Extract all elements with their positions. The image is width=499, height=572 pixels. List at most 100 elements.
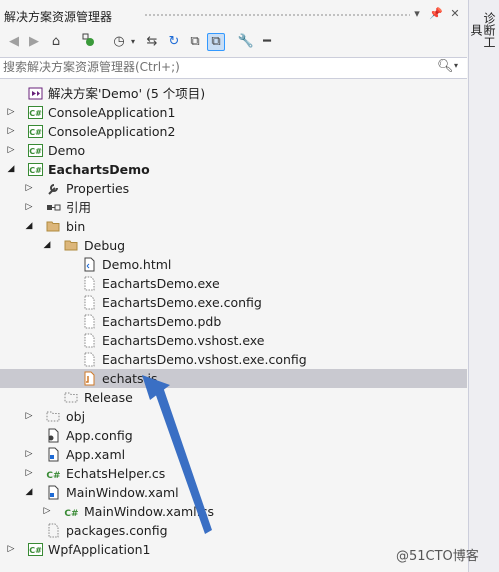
file-icon xyxy=(82,333,97,348)
collapsed-arrow-icon[interactable]: ▷ xyxy=(24,198,34,217)
csharp-file-icon: C# xyxy=(64,504,79,519)
tree-row[interactable]: ▷ C# EchatsHelper.cs xyxy=(0,464,467,483)
solution-explorer-panel: 解决方案资源管理器 ▾ 📌 ✕ ◀ ▶ ⌂ ◷ ▾ ⇆ ↻ ⧉ ⧉ 🔧 ━ 🔍︎… xyxy=(0,0,469,572)
folder-open-icon xyxy=(46,219,61,234)
pending-changes-icon[interactable] xyxy=(79,33,97,51)
tree-row[interactable]: ▷ Properties xyxy=(0,179,467,198)
tree-row[interactable]: EachartsDemo.vshost.exe xyxy=(0,331,467,350)
csharp-project-icon: C# xyxy=(28,542,43,557)
tree-item-label: Demo.html xyxy=(102,257,172,272)
svg-text:C#: C# xyxy=(29,147,42,156)
tree-row[interactable]: echats.js xyxy=(0,369,467,388)
folder-dotted-icon xyxy=(46,409,61,424)
tree-row[interactable]: Demo.html xyxy=(0,255,467,274)
tree-item-label: 引用 xyxy=(66,200,92,215)
close-icon[interactable]: ✕ xyxy=(448,7,462,21)
file-icon xyxy=(82,314,97,329)
tree-row[interactable]: packages.config xyxy=(0,521,467,540)
expanded-arrow-icon[interactable]: ◢ xyxy=(6,160,16,179)
tree-item-label: Debug xyxy=(84,238,126,253)
tree-item-label: MainWindow.xaml xyxy=(66,485,179,500)
preview-icon[interactable]: ━ xyxy=(258,33,276,51)
tree-item-label: packages.config xyxy=(66,523,168,538)
tree-item-label: ConsoleApplication2 xyxy=(48,124,176,139)
pin-icon[interactable]: 📌 xyxy=(429,7,443,21)
csharp-project-icon: C# xyxy=(28,124,43,139)
forward-icon[interactable]: ▶ xyxy=(25,33,43,51)
refresh-icon[interactable]: ↻ xyxy=(165,33,183,51)
tree-row[interactable]: ▷ App.xaml xyxy=(0,445,467,464)
tree-row[interactable]: 解决方案'Demo' (5 个项目) xyxy=(0,84,467,103)
tree-row[interactable]: App.config xyxy=(0,426,467,445)
tree-item-label: EachartsDemo xyxy=(48,162,150,177)
show-all-files-icon[interactable]: ⧉ xyxy=(207,33,225,51)
collapsed-arrow-icon[interactable]: ▷ xyxy=(6,141,16,160)
svg-text:C#: C# xyxy=(29,109,42,118)
html-file-icon xyxy=(82,257,97,272)
title-grip[interactable] xyxy=(144,13,410,18)
collapsed-arrow-icon[interactable]: ▷ xyxy=(24,179,34,198)
collapsed-arrow-icon[interactable]: ▷ xyxy=(6,122,16,141)
tree-row[interactable]: EachartsDemo.exe.config xyxy=(0,293,467,312)
csharp-project-icon: C# xyxy=(28,143,43,158)
tree-row[interactable]: ▷ C# MainWindow.xaml.cs xyxy=(0,502,467,521)
svg-text:C#: C# xyxy=(29,546,42,555)
back-icon[interactable]: ◀ xyxy=(5,33,23,51)
collapsed-arrow-icon[interactable]: ▷ xyxy=(24,407,34,426)
search-icon[interactable]: 🔍︎ xyxy=(437,59,454,74)
collapse-all-icon[interactable]: ⧉ xyxy=(186,33,204,51)
xaml-file-icon xyxy=(46,485,61,500)
tree-item-label: EachartsDemo.exe.config xyxy=(102,295,262,310)
tree-item-label: EchatsHelper.cs xyxy=(66,466,166,481)
expanded-arrow-icon[interactable]: ◢ xyxy=(24,217,34,236)
tree-row[interactable]: EachartsDemo.exe xyxy=(0,274,467,293)
collapsed-arrow-icon[interactable]: ▷ xyxy=(24,464,34,483)
properties-icon[interactable]: 🔧 xyxy=(237,33,255,51)
chevron-down-icon[interactable]: ▾ xyxy=(410,7,424,21)
search-box: 🔍︎ ▾ xyxy=(0,57,467,79)
side-tab-diagnostics[interactable]: 诊断工具 xyxy=(469,8,496,52)
folder-open-icon xyxy=(64,238,79,253)
collapsed-arrow-icon[interactable]: ▷ xyxy=(6,103,16,122)
config-file-icon xyxy=(46,428,61,443)
references-icon xyxy=(46,200,61,215)
tree-row[interactable]: ▷ C# ConsoleApplication2 xyxy=(0,122,467,141)
tree-row[interactable]: EachartsDemo.pdb xyxy=(0,312,467,331)
collapsed-arrow-icon[interactable]: ▷ xyxy=(24,445,34,464)
side-dock: 诊断工具 xyxy=(469,0,499,572)
tree-row[interactable]: ▷ C# ConsoleApplication1 xyxy=(0,103,467,122)
collapsed-arrow-icon[interactable]: ▷ xyxy=(6,540,16,559)
search-options-icon[interactable]: ▾ xyxy=(454,61,458,70)
tree-row[interactable]: ◢ C# EachartsDemo xyxy=(0,160,467,179)
tree-item-label: EachartsDemo.vshost.exe xyxy=(102,333,265,348)
file-dotted-icon xyxy=(46,523,61,538)
tree-row[interactable]: ◢ Debug xyxy=(0,236,467,255)
svg-text:C#: C# xyxy=(64,509,78,519)
tree-item-label: MainWindow.xaml.cs xyxy=(84,504,215,519)
history-dropdown-icon[interactable]: ▾ xyxy=(124,33,142,51)
tree-row[interactable]: EachartsDemo.vshost.exe.config xyxy=(0,350,467,369)
tree-row[interactable]: ◢ bin xyxy=(0,217,467,236)
tree-row[interactable]: ◢ MainWindow.xaml xyxy=(0,483,467,502)
tree-row[interactable]: ▷ C# Demo xyxy=(0,141,467,160)
collapsed-arrow-icon[interactable]: ▷ xyxy=(42,502,52,521)
panel-titlebar: 解决方案资源管理器 ▾ 📌 ✕ xyxy=(0,0,468,30)
tree-item-label: EachartsDemo.vshost.exe.config xyxy=(102,352,307,367)
expanded-arrow-icon[interactable]: ◢ xyxy=(24,483,34,502)
tree-row[interactable]: Release xyxy=(0,388,467,407)
csharp-project-icon: C# xyxy=(28,162,43,177)
tree-item-label: EachartsDemo.exe xyxy=(102,276,220,291)
home-icon[interactable]: ⌂ xyxy=(47,33,65,51)
tree-item-label: Properties xyxy=(66,181,130,196)
csharp-project-icon: C# xyxy=(28,105,43,120)
sync-icon[interactable]: ⇆ xyxy=(143,33,161,51)
tree-row[interactable]: ▷ obj xyxy=(0,407,467,426)
wrench-icon xyxy=(46,181,61,196)
tree-item-label: obj xyxy=(66,409,86,424)
search-input[interactable] xyxy=(0,58,423,76)
tree-item-label: WpfApplication1 xyxy=(48,542,151,557)
tree-item-label: App.config xyxy=(66,428,133,443)
csharp-file-icon: C# xyxy=(46,466,61,481)
expanded-arrow-icon[interactable]: ◢ xyxy=(42,236,52,255)
tree-row[interactable]: ▷ 引用 xyxy=(0,198,467,217)
